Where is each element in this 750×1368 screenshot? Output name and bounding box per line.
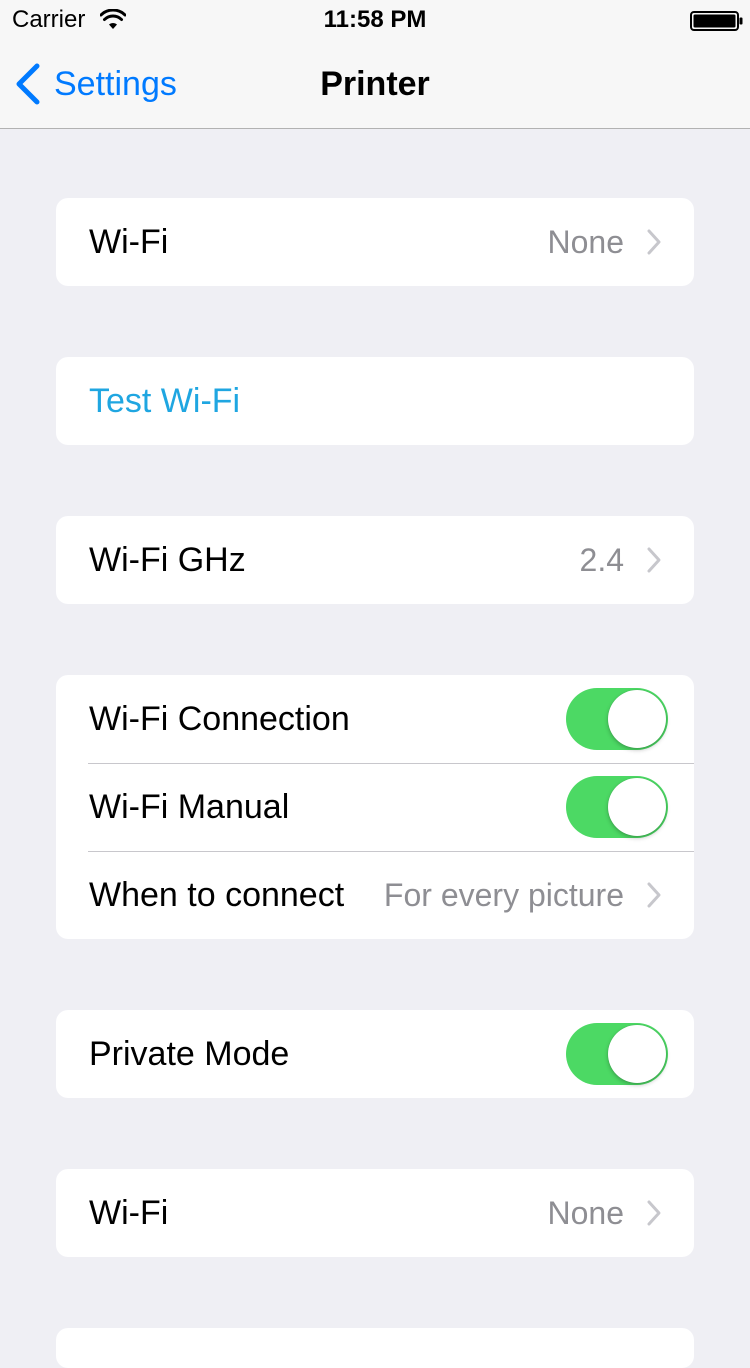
row-when-to-connect[interactable]: When to connect For every picture bbox=[56, 851, 694, 939]
chevron-right-icon bbox=[647, 882, 661, 908]
settings-group-wifi: Wi-Fi None bbox=[56, 198, 694, 286]
row-wifi[interactable]: Wi-Fi None bbox=[56, 198, 694, 286]
toggle-knob bbox=[608, 1025, 666, 1083]
row-wifi[interactable]: Wi-Fi None bbox=[56, 1169, 694, 1257]
chevron-right-icon bbox=[647, 547, 661, 573]
row-label: Wi-Fi Connection bbox=[89, 700, 350, 738]
wifi-connection-toggle[interactable] bbox=[566, 688, 668, 750]
settings-group-private: Private Mode bbox=[56, 1010, 694, 1098]
battery-icon bbox=[690, 11, 743, 31]
settings-group-test: Test Wi-Fi bbox=[56, 357, 694, 445]
row-wifi-ghz[interactable]: Wi-Fi GHz 2.4 bbox=[56, 516, 694, 604]
row-label: Wi-Fi bbox=[89, 1194, 169, 1232]
settings-group-partial bbox=[56, 1328, 694, 1368]
row-label: Wi-Fi bbox=[89, 223, 169, 261]
wifi-manual-toggle[interactable] bbox=[566, 776, 668, 838]
row-label: When to connect bbox=[89, 876, 345, 914]
page-title: Printer bbox=[320, 65, 430, 103]
chevron-right-icon bbox=[647, 1200, 661, 1226]
settings-group-ghz: Wi-Fi GHz 2.4 bbox=[56, 516, 694, 604]
row-test-wifi[interactable]: Test Wi-Fi bbox=[56, 357, 694, 445]
row-wifi-connection: Wi-Fi Connection bbox=[56, 675, 694, 763]
row-label: Wi-Fi Manual bbox=[89, 788, 290, 826]
row-value: None bbox=[547, 224, 625, 260]
private-mode-toggle[interactable] bbox=[566, 1023, 668, 1085]
navigation-bar: Settings Printer bbox=[0, 40, 750, 129]
settings-group-connection: Wi-Fi Connection Wi-Fi Manual When to co… bbox=[56, 675, 694, 939]
row-value: 2.4 bbox=[579, 542, 624, 578]
row-wifi-manual: Wi-Fi Manual bbox=[56, 763, 694, 851]
toggle-knob bbox=[608, 778, 666, 836]
row-label: Private Mode bbox=[89, 1035, 290, 1073]
row-private-mode: Private Mode bbox=[56, 1010, 694, 1098]
chevron-right-icon bbox=[647, 229, 661, 255]
settings-group-wifi-2: Wi-Fi None bbox=[56, 1169, 694, 1257]
toggle-knob bbox=[608, 690, 666, 748]
test-wifi-button[interactable]: Test Wi-Fi bbox=[89, 381, 240, 421]
row-value: For every picture bbox=[383, 877, 624, 913]
status-bar: Carrier 11:58 PM bbox=[0, 0, 750, 40]
status-time: 11:58 PM bbox=[323, 6, 427, 33]
row-label: Wi-Fi GHz bbox=[89, 541, 246, 579]
row-value: None bbox=[547, 1195, 625, 1231]
